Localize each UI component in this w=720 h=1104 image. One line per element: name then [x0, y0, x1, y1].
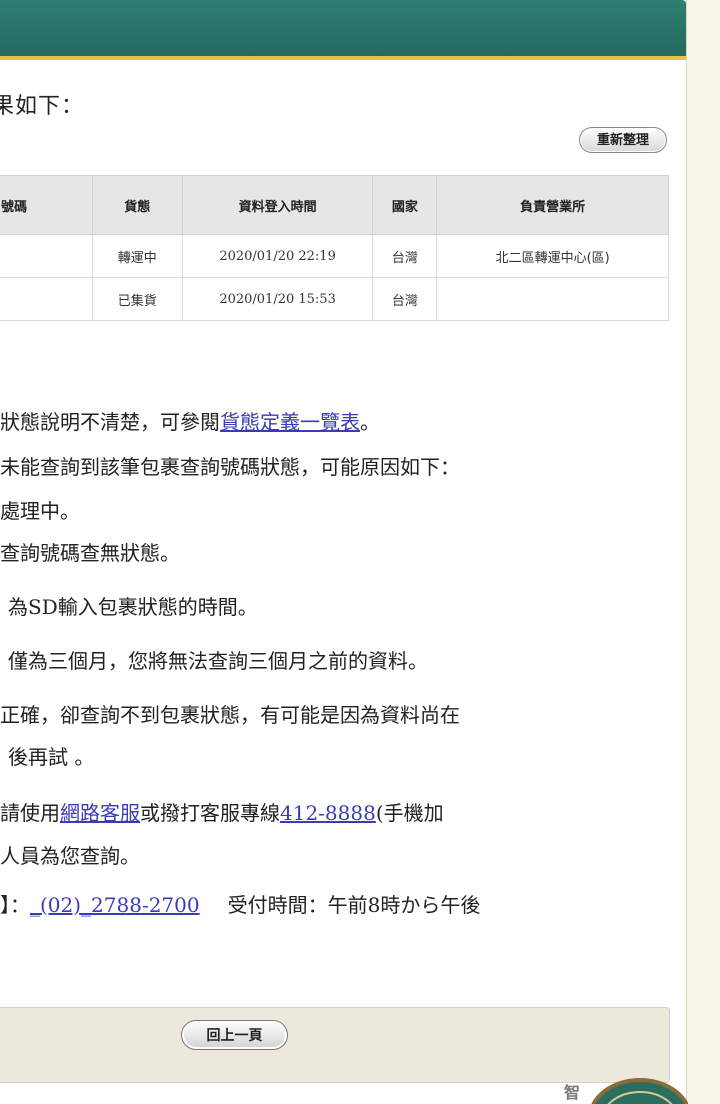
column-header-timestamp: 資料登入時間: [181, 175, 374, 235]
note-processing: 處理中。: [0, 499, 80, 523]
online-service-link[interactable]: 網路客服: [60, 801, 140, 825]
column-header-office: 負責營業所: [436, 175, 669, 235]
note-text: 受付時間：午前8時から午後: [227, 893, 481, 917]
table-cell-country: 台灣: [372, 234, 438, 278]
note-three-months: 僅為三個月，您將無法查詢三個月之前的資料。: [8, 649, 428, 673]
column-header-country: 國家: [372, 175, 438, 235]
header-bar: [0, 0, 686, 60]
note-no-status: 查詢號碼查無狀態。: [0, 541, 180, 565]
refresh-button[interactable]: 重新整理: [579, 127, 667, 153]
note-retry-later: 後再試 。: [8, 745, 95, 769]
note-not-found-reasons: 未能查詢到該筆包裹查詢號碼狀態，可能原因如下：: [0, 455, 460, 479]
note-text: 或撥打客服專線: [140, 801, 280, 825]
note-staff-inquiry: 人員為您查詢。: [0, 844, 140, 868]
japanese-phone-link[interactable]: _(02)_2788-2700: [30, 893, 200, 917]
content-panel: 果如下： 重新整理 號碼 貨態 資料登入時間 國家 負責營業所 轉運中 2020…: [0, 0, 687, 1104]
table-header-row: 號碼 貨態 資料登入時間 國家 負責營業所: [0, 175, 669, 235]
column-header-tracking-number: 號碼: [0, 175, 93, 235]
mascot-badge[interactable]: 智: [558, 1078, 688, 1104]
table-cell-office: [436, 277, 669, 321]
note-text: (手機加: [375, 801, 444, 825]
note-japanese-hotline: 】：_(02)_2788-2700 受付時間：午前8時から午後: [0, 889, 480, 918]
table-cell-status: 已集貨: [91, 277, 183, 321]
page-gutter: [687, 0, 720, 1104]
status-table: 號碼 貨態 資料登入時間 國家 負責營業所 轉運中 2020/01/20 22:…: [0, 175, 669, 321]
note-text: 。: [360, 410, 380, 434]
table-cell-number: [0, 234, 93, 278]
result-heading: 果如下：: [0, 94, 85, 119]
table-cell-country: 台灣: [372, 277, 438, 321]
footer-bar: [0, 1007, 670, 1083]
note-text: 】：: [0, 893, 30, 917]
note-text: 狀態說明不清楚，可參閱: [0, 410, 220, 434]
table-row: 已集貨 2020/01/20 15:53 台灣: [0, 277, 669, 321]
table-cell-time: 2020/01/20 15:53: [181, 277, 374, 321]
mascot-label: 智: [564, 1083, 580, 1102]
mascot-icon: 智: [564, 1078, 688, 1104]
note-sd-input-time: 為SD輸入包裹狀態的時間。: [8, 595, 258, 619]
table-cell-status: 轉運中: [91, 234, 183, 278]
table-cell-number: [0, 277, 93, 321]
table-cell-time: 2020/01/20 22:19: [181, 234, 374, 278]
hotline-link[interactable]: 412-8888: [280, 801, 376, 825]
note-text: 請使用: [0, 801, 60, 825]
table-row: 轉運中 2020/01/20 22:19 台灣 北二區轉運中心(區): [0, 234, 669, 278]
back-button[interactable]: 回上一頁: [181, 1020, 288, 1050]
table-cell-office: 北二區轉運中心(區): [436, 234, 669, 278]
status-definition-link[interactable]: 貨態定義一覽表: [220, 410, 360, 434]
note-status-definition: 狀態說明不清楚，可參閱貨態定義一覽表。: [0, 406, 380, 435]
column-header-status: 貨態: [91, 175, 183, 235]
note-customer-service: 請使用網路客服或撥打客服專線412-8888(手機加: [0, 797, 444, 826]
note-data-pending: 正確，卻查詢不到包裹狀態，有可能是因為資料尚在: [0, 703, 460, 727]
